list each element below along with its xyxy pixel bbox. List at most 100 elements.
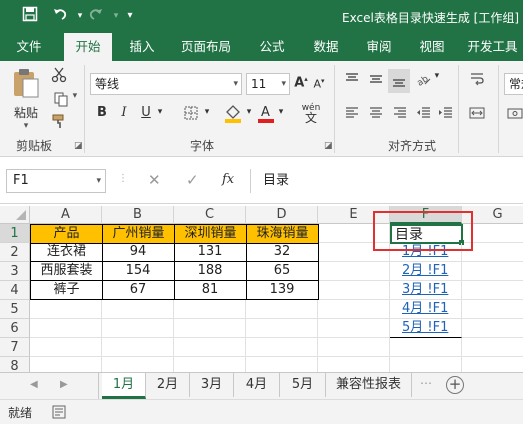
fill-dropdown-icon[interactable]: ▾ [244, 107, 254, 117]
table-cell[interactable]: 154 [102, 262, 175, 281]
clipboard-launcher-icon[interactable]: ◪ [74, 141, 83, 151]
font-name-combo[interactable]: 等线 ▾ [90, 73, 242, 95]
cell[interactable] [246, 357, 318, 372]
column-header[interactable]: D [246, 206, 318, 224]
table-header-cell[interactable]: 产品 [30, 224, 103, 244]
tab-page-layout[interactable]: 页面布局 [175, 33, 237, 61]
cut-icon[interactable] [50, 67, 68, 85]
more-sheets-icon[interactable]: … [420, 373, 432, 387]
align-bottom-icon[interactable] [388, 69, 410, 93]
align-right-icon[interactable] [390, 105, 410, 125]
row-header-selected[interactable]: 1 [0, 224, 30, 243]
orientation-icon[interactable]: ab ▾ [414, 71, 440, 91]
macro-record-icon[interactable] [52, 405, 66, 422]
column-header[interactable]: A [30, 206, 102, 224]
table-cell[interactable]: 81 [174, 281, 247, 300]
tab-file[interactable]: 文件 [6, 33, 52, 61]
cell[interactable] [462, 357, 523, 372]
currency-format-icon[interactable] [506, 105, 523, 125]
increase-indent-icon[interactable] [436, 105, 456, 125]
paste-dropdown-icon[interactable]: ▾ [8, 121, 44, 131]
table-cell[interactable]: 裤子 [30, 281, 103, 300]
scroll-left-icon[interactable]: ◀ [30, 379, 38, 390]
cell[interactable] [174, 338, 246, 357]
cell[interactable] [30, 300, 102, 319]
cell[interactable] [30, 319, 102, 338]
tab-view[interactable]: 视图 [410, 33, 454, 61]
table-cell[interactable]: 32 [246, 243, 319, 262]
paste-button[interactable]: 粘贴 ▾ [8, 67, 44, 131]
italic-button[interactable]: I [116, 105, 132, 120]
borders-icon[interactable] [180, 105, 202, 123]
column-header[interactable]: B [102, 206, 174, 224]
table-cell[interactable]: 94 [102, 243, 175, 262]
grow-font-button[interactable]: A▴ [294, 75, 308, 90]
sheet-tab[interactable]: 3月 [190, 373, 234, 397]
table-cell[interactable]: 连衣裙 [30, 243, 103, 262]
undo-icon[interactable] [50, 6, 70, 26]
row-header[interactable]: 5 [0, 300, 30, 319]
cell[interactable] [174, 300, 246, 319]
align-left-icon[interactable] [342, 105, 362, 125]
customize-icon[interactable]: ▾ [120, 6, 140, 26]
tab-insert[interactable]: 插入 [120, 33, 164, 61]
phonetic-button[interactable]: wén 文 [298, 103, 324, 125]
cell[interactable] [390, 338, 462, 357]
cancel-icon[interactable]: ✕ [148, 171, 161, 189]
font-color-dropdown-icon[interactable]: ▾ [276, 107, 286, 117]
cell[interactable] [246, 319, 318, 338]
underline-button[interactable]: U [138, 105, 154, 120]
cell[interactable] [462, 281, 523, 300]
cell[interactable] [318, 357, 390, 372]
cell[interactable] [462, 262, 523, 281]
add-sheet-icon[interactable]: + [446, 376, 464, 394]
cell[interactable] [318, 281, 390, 300]
worksheet-grid[interactable]: A B C D E F G 1 2 3 4 5 6 7 8 产品 广州销量 深圳… [0, 206, 523, 372]
sheet-tab[interactable]: 兼容性报表 [326, 373, 412, 397]
table-cell[interactable]: 139 [246, 281, 319, 300]
table-cell[interactable]: 67 [102, 281, 175, 300]
name-box[interactable]: F1 ▾ [6, 169, 106, 193]
bold-button[interactable]: B [94, 105, 110, 120]
table-cell[interactable]: 西服套装 [30, 262, 103, 281]
cell[interactable] [30, 357, 102, 372]
tab-home[interactable]: 开始 [64, 33, 112, 61]
underline-dropdown-icon[interactable]: ▾ [155, 107, 165, 117]
table-cell[interactable]: 188 [174, 262, 247, 281]
cell[interactable] [318, 319, 390, 338]
redo-icon[interactable] [86, 6, 106, 26]
row-header[interactable]: 2 [0, 243, 30, 262]
row-header[interactable]: 7 [0, 338, 30, 357]
insert-function-icon[interactable]: fx [222, 172, 234, 187]
shrink-font-button[interactable]: A▾ [312, 77, 326, 91]
table-header-cell[interactable]: 珠海销量 [246, 224, 319, 244]
save-icon[interactable] [20, 6, 40, 26]
cell[interactable] [102, 357, 174, 372]
cell[interactable] [462, 319, 523, 338]
cell[interactable] [390, 357, 462, 372]
number-format-combo[interactable]: 常规 [504, 73, 523, 95]
cell[interactable] [246, 338, 318, 357]
toc-link[interactable]: 5月 !F1 [390, 319, 462, 338]
merge-center-icon[interactable] [466, 105, 488, 125]
row-header[interactable]: 4 [0, 281, 30, 300]
align-middle-icon[interactable] [366, 71, 386, 91]
copy-icon[interactable]: ▾ [50, 91, 80, 109]
formula-input[interactable]: 目录 [250, 169, 523, 193]
cell[interactable] [318, 338, 390, 357]
tab-developer[interactable]: 开发工具 [462, 33, 523, 61]
cell[interactable] [174, 319, 246, 338]
cell[interactable] [318, 300, 390, 319]
table-cell[interactable]: 65 [246, 262, 319, 281]
select-all-corner[interactable] [0, 206, 30, 224]
sheet-tab[interactable]: 4月 [234, 373, 280, 397]
toc-link[interactable]: 4月 !F1 [390, 300, 462, 319]
sheet-tab[interactable]: 2月 [146, 373, 190, 397]
align-center-icon[interactable] [366, 105, 386, 125]
scroll-right-icon[interactable]: ▶ [60, 379, 68, 390]
toc-link[interactable]: 3月 !F1 [390, 281, 462, 300]
tab-review[interactable]: 审阅 [357, 33, 401, 61]
cell[interactable] [102, 338, 174, 357]
format-painter-icon[interactable] [50, 113, 68, 131]
cell[interactable] [246, 300, 318, 319]
